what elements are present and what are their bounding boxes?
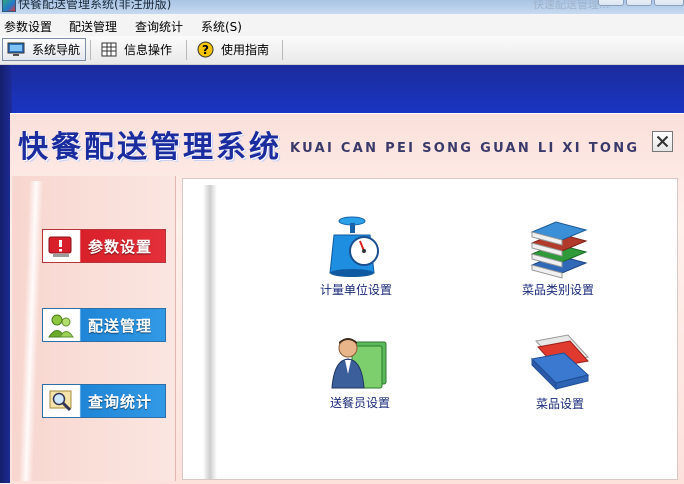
toolbar: 系统导航 信息操作 ? 使用指南 <box>0 36 684 65</box>
nav-delivery-management-label: 配送管理 <box>87 316 152 335</box>
tile-unit-settings[interactable]: 计量单位设置 <box>291 213 421 298</box>
books-icon <box>530 221 588 279</box>
tile-courier-settings-label: 送餐员设置 <box>329 396 390 410</box>
menu-param-settings[interactable]: 参数设置 <box>4 18 52 35</box>
tile-dish-settings[interactable]: 菜品设置 <box>495 333 625 412</box>
grid-icon <box>101 42 117 57</box>
menu-delivery-management[interactable]: 配送管理 <box>69 18 117 35</box>
tile-dish-category-settings[interactable]: 菜品类别设置 <box>493 221 623 298</box>
close-icon <box>656 135 669 148</box>
panel-title: 快餐配送管理系统 <box>18 130 282 165</box>
monitor-icon <box>7 42 25 56</box>
tile-unit-settings-label: 计量单位设置 <box>319 283 392 297</box>
tile-courier-settings[interactable]: 送餐员设置 <box>295 334 425 411</box>
maximize-button[interactable] <box>626 0 652 6</box>
window-title: 快餐配送管理系统(非注册版) <box>18 0 172 11</box>
toolbar-separator <box>282 40 283 60</box>
svg-text:?: ? <box>202 43 209 57</box>
panel-close-button[interactable] <box>652 131 673 152</box>
person-icon <box>331 338 387 389</box>
users-icon <box>48 314 74 338</box>
tile-dish-settings-label: 菜品设置 <box>535 397 584 411</box>
nav-delivery-management-button[interactable]: 配送管理 <box>42 308 166 342</box>
alert-icon <box>48 236 72 257</box>
nav-param-settings-button[interactable]: 参数设置 <box>42 229 166 263</box>
search-icon <box>49 390 72 412</box>
nav-param-settings-label: 参数设置 <box>87 237 152 256</box>
content-area: 计量单位设置 菜品类别设置 送餐员设置 菜品设置 <box>182 178 678 480</box>
scale-icon <box>329 216 379 277</box>
toolbar-info-ops-label: 信息操作 <box>124 43 173 57</box>
menu-system[interactable]: 系统(S) <box>201 18 242 35</box>
toolbar-separator <box>186 40 187 60</box>
window-title-bar: 快餐配送管理系统(非注册版) 快速配送管理... <box>0 0 684 14</box>
toolbar-system-nav-label: 系统导航 <box>32 43 81 57</box>
decorative-streak <box>203 185 217 479</box>
folder-icon <box>530 334 590 391</box>
nav-query-statistics-label: 查询统计 <box>87 392 152 411</box>
toolbar-info-ops-button[interactable]: 信息操作 <box>97 38 181 61</box>
window-close-button[interactable] <box>654 0 684 6</box>
app-icon <box>2 0 16 12</box>
main-panel: 快餐配送管理系统 KUAI CAN PEI SONG GUAN LI XI TO… <box>10 113 684 484</box>
toolbar-user-guide-button[interactable]: ? 使用指南 <box>193 38 277 61</box>
menu-query-statistics[interactable]: 查询统计 <box>135 18 183 35</box>
toolbar-system-nav-button[interactable]: 系统导航 <box>2 38 86 61</box>
panel-subtitle: KUAI CAN PEI SONG GUAN LI XI TONG <box>290 141 640 156</box>
panel-header: 快餐配送管理系统 KUAI CAN PEI SONG GUAN LI XI TO… <box>10 114 684 172</box>
minimize-button[interactable] <box>598 0 624 6</box>
nav-query-statistics-button[interactable]: 查询统计 <box>42 384 166 418</box>
toolbar-user-guide-label: 使用指南 <box>221 43 270 57</box>
tile-dish-category-settings-label: 菜品类别设置 <box>521 283 594 297</box>
help-icon: ? <box>197 41 214 58</box>
decorative-streak <box>18 181 44 481</box>
menu-bar: 参数设置 配送管理 查询统计 系统(S) <box>0 14 684 36</box>
left-nav: 参数设置 配送管理 查询统计 <box>12 176 176 481</box>
toolbar-separator <box>90 40 91 60</box>
